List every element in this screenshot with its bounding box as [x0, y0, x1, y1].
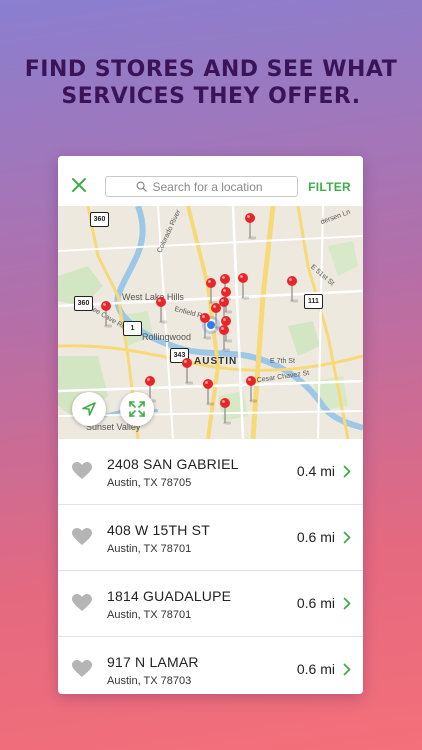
chevron-right-icon — [343, 531, 351, 544]
store-city: Austin, TX 78705 — [107, 477, 192, 489]
store-finder-card: FILTER — [58, 156, 363, 694]
expand-map-button[interactable] — [120, 392, 154, 426]
store-pin-icon[interactable] — [245, 375, 257, 403]
store-street: 1814 GUADALUPE — [107, 588, 232, 604]
top-bar: FILTER — [58, 156, 363, 206]
locate-me-button[interactable] — [72, 392, 106, 426]
filter-button[interactable]: FILTER — [308, 180, 351, 194]
route-shield-360: 360 — [90, 212, 109, 227]
store-city: Austin, TX 78701 — [107, 543, 192, 555]
map-label-rollingwood: Rollingwood — [142, 332, 192, 342]
map-label-e-7th: E 7th St — [270, 358, 295, 365]
map-view[interactable]: West Lake Hills Rollingwood AUSTIN Sunse… — [58, 206, 363, 439]
route-shield-360-south: 360 — [74, 296, 93, 311]
map-label-west-lake-hills: West Lake Hills — [122, 292, 184, 302]
store-pin-icon[interactable] — [218, 324, 230, 352]
store-city: Austin, TX 78703 — [107, 675, 192, 687]
heart-icon[interactable] — [72, 660, 92, 678]
chevron-right-icon — [343, 597, 351, 610]
store-distance: 0.6 mi — [296, 595, 335, 611]
store-pin-icon[interactable] — [100, 300, 112, 328]
chevron-right-icon — [343, 663, 351, 676]
store-distance: 0.4 mi — [296, 463, 335, 479]
store-pin-icon[interactable] — [155, 296, 167, 324]
headline-line-1: FIND STORES AND SEE WHAT — [24, 57, 398, 82]
store-street: 917 N LAMAR — [107, 654, 199, 670]
store-pin-icon[interactable] — [202, 378, 214, 406]
store-pin-icon[interactable] — [181, 357, 193, 385]
store-row[interactable]: 2408 SAN GABRIEL Austin, TX 78705 0.4 mi — [58, 439, 363, 505]
store-pin-icon[interactable] — [205, 277, 217, 305]
store-distance: 0.6 mi — [296, 529, 335, 545]
chevron-right-icon — [343, 465, 351, 478]
store-row[interactable]: 917 N LAMAR Austin, TX 78703 0.6 mi — [58, 637, 363, 694]
route-shield-1: 1 — [123, 321, 142, 336]
search-box[interactable] — [105, 176, 298, 197]
store-pin-icon[interactable] — [244, 212, 256, 240]
headline: FIND STORES AND SEE WHAT SERVICES THEY O… — [0, 56, 422, 110]
store-pin-icon[interactable] — [286, 275, 298, 303]
search-icon — [136, 181, 147, 192]
map-label-austin: AUSTIN — [194, 356, 238, 367]
navigation-arrow-icon — [82, 402, 96, 416]
store-city: Austin, TX 78701 — [107, 609, 192, 621]
store-distance: 0.6 mi — [296, 661, 335, 677]
route-shield-111: 111 — [304, 294, 323, 309]
store-pin-icon[interactable] — [219, 397, 231, 425]
store-street: 2408 SAN GABRIEL — [107, 456, 239, 472]
store-row[interactable]: 408 W 15TH ST Austin, TX 78701 0.6 mi — [58, 505, 363, 571]
store-street: 408 W 15TH ST — [107, 522, 210, 538]
search-input[interactable] — [152, 179, 268, 194]
store-list: 2408 SAN GABRIEL Austin, TX 78705 0.4 mi… — [58, 439, 363, 694]
heart-icon[interactable] — [72, 594, 92, 612]
expand-arrows-icon — [129, 401, 145, 417]
headline-line-2: SERVICES THEY OFFER. — [61, 84, 361, 109]
store-pin-icon[interactable] — [237, 272, 249, 300]
close-x-icon[interactable] — [70, 176, 88, 194]
heart-icon[interactable] — [72, 462, 92, 480]
store-pin-icon[interactable] — [199, 312, 211, 340]
store-row[interactable]: 1814 GUADALUPE Austin, TX 78701 0.6 mi — [58, 571, 363, 637]
heart-icon[interactable] — [72, 528, 92, 546]
